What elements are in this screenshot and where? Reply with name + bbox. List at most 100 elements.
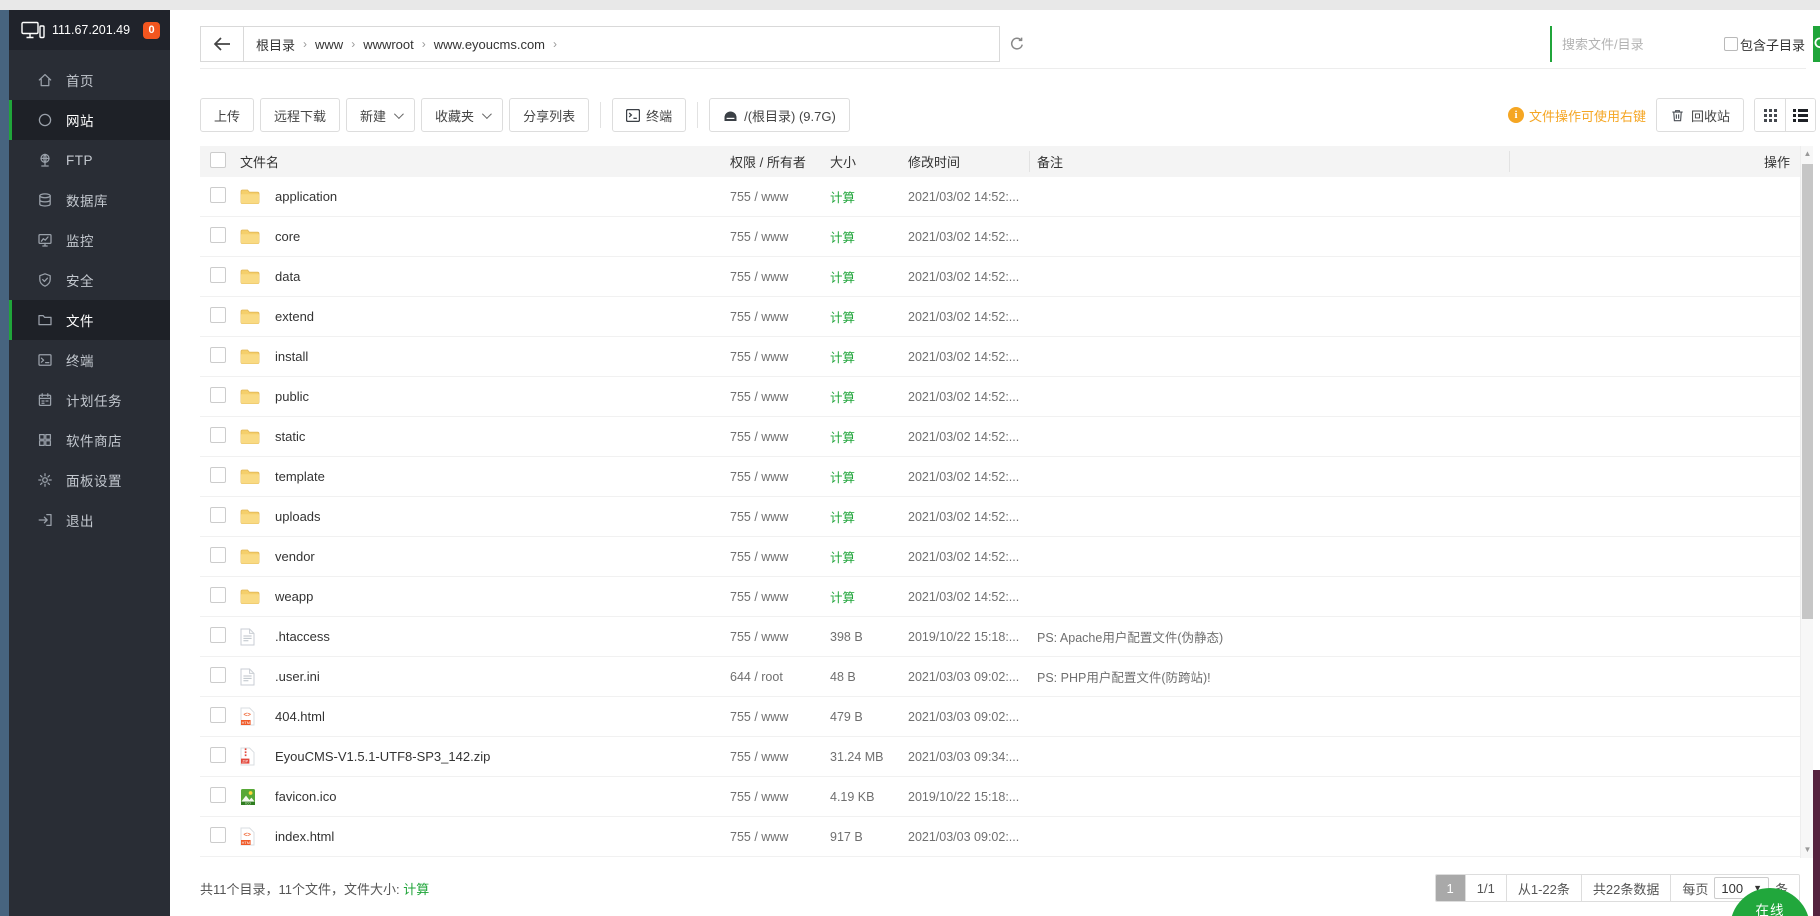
table-scrollbar[interactable]: ▲ ▼ xyxy=(1800,146,1813,858)
row-checkbox[interactable] xyxy=(210,307,226,323)
header-mtime[interactable]: 修改时间 xyxy=(908,152,1037,171)
file-size[interactable]: 计算 xyxy=(830,587,908,606)
table-row[interactable]: application 755 / www 计算 2021/03/02 14:5… xyxy=(200,177,1800,217)
table-row[interactable]: install 755 / www 计算 2021/03/02 14:52:..… xyxy=(200,337,1800,377)
file-size[interactable]: 计算 xyxy=(830,227,908,246)
table-row[interactable]: data 755 / www 计算 2021/03/02 14:52:... xyxy=(200,257,1800,297)
scroll-up-icon[interactable]: ▲ xyxy=(1801,148,1814,160)
file-size[interactable]: 计算 xyxy=(830,307,908,326)
table-row[interactable]: <>HTM index.html 755 / www 917 B 2021/03… xyxy=(200,817,1800,857)
table-row[interactable]: ICO favicon.ico 755 / www 4.19 KB 2019/1… xyxy=(200,777,1800,817)
grid-view-button[interactable] xyxy=(1755,99,1785,131)
row-checkbox[interactable] xyxy=(210,787,226,803)
file-name[interactable]: core xyxy=(275,229,730,244)
row-checkbox[interactable] xyxy=(210,547,226,563)
file-name[interactable]: application xyxy=(275,189,730,204)
file-size[interactable]: 计算 xyxy=(830,347,908,366)
sidebar-item-logout[interactable]: 退出 xyxy=(9,500,170,540)
table-row[interactable]: <>HTM 404.html 755 / www 479 B 2021/03/0… xyxy=(200,697,1800,737)
row-checkbox[interactable] xyxy=(210,227,226,243)
search-input[interactable] xyxy=(1550,26,1718,62)
row-checkbox[interactable] xyxy=(210,627,226,643)
file-name[interactable]: weapp xyxy=(275,589,730,604)
back-button[interactable] xyxy=(200,26,244,62)
file-name[interactable]: .htaccess xyxy=(275,629,730,644)
table-row[interactable]: core 755 / www 计算 2021/03/02 14:52:... xyxy=(200,217,1800,257)
refresh-button[interactable] xyxy=(1000,26,1034,62)
sidebar-item-appstore[interactable]: 软件商店 xyxy=(9,420,170,460)
file-size[interactable]: 计算 xyxy=(830,507,908,526)
page-number-button[interactable]: 1 xyxy=(1436,875,1465,901)
file-size[interactable]: 计算 xyxy=(830,427,908,446)
sidebar-item-cron[interactable]: 计划任务 xyxy=(9,380,170,420)
breadcrumb-item[interactable]: 根目录 xyxy=(256,35,295,54)
file-name[interactable]: uploads xyxy=(275,509,730,524)
sidebar-item-home[interactable]: 首页 xyxy=(9,60,170,100)
sidebar-item-database[interactable]: 数据库 xyxy=(9,180,170,220)
file-name[interactable]: index.html xyxy=(275,829,730,844)
row-checkbox[interactable] xyxy=(210,187,226,203)
file-size[interactable]: 计算 xyxy=(830,547,908,566)
file-name[interactable]: EyouCMS-V1.5.1-UTF8-SP3_142.zip xyxy=(275,749,730,764)
include-subdir-toggle[interactable]: 包含子目录 xyxy=(1724,35,1805,54)
recycle-bin-button[interactable]: 回收站 xyxy=(1656,98,1744,132)
sidebar-item-monitor[interactable]: 监控 xyxy=(9,220,170,260)
sidebar-item-website[interactable]: 网站 xyxy=(9,100,170,140)
breadcrumb-item[interactable]: www xyxy=(315,37,343,52)
table-row[interactable]: static 755 / www 计算 2021/03/02 14:52:... xyxy=(200,417,1800,457)
select-all-checkbox[interactable] xyxy=(210,152,226,168)
search-button[interactable] xyxy=(1813,26,1820,62)
list-view-button[interactable] xyxy=(1785,99,1815,131)
sidebar-item-terminal[interactable]: 终端 xyxy=(9,340,170,380)
row-checkbox[interactable] xyxy=(210,747,226,763)
header-size[interactable]: 大小 xyxy=(830,152,908,171)
file-name[interactable]: public xyxy=(275,389,730,404)
sidebar-item-files[interactable]: 文件 xyxy=(9,300,170,340)
file-name[interactable]: 404.html xyxy=(275,709,730,724)
table-row[interactable]: template 755 / www 计算 2021/03/02 14:52:.… xyxy=(200,457,1800,497)
file-name[interactable]: vendor xyxy=(275,549,730,564)
row-checkbox[interactable] xyxy=(210,387,226,403)
file-name[interactable]: favicon.ico xyxy=(275,789,730,804)
row-checkbox[interactable] xyxy=(210,507,226,523)
breadcrumb-item[interactable]: www.eyoucms.com xyxy=(434,37,545,52)
row-checkbox[interactable] xyxy=(210,427,226,443)
server-header[interactable]: 111.67.201.49 0 xyxy=(9,10,170,50)
table-row[interactable]: weapp 755 / www 计算 2021/03/02 14:52:... xyxy=(200,577,1800,617)
file-name[interactable]: extend xyxy=(275,309,730,324)
row-checkbox[interactable] xyxy=(210,667,226,683)
header-filename[interactable]: 文件名 xyxy=(240,152,730,171)
sidebar-item-ftp[interactable]: FTP xyxy=(9,140,170,180)
table-row[interactable]: ZIP EyouCMS-V1.5.1-UTF8-SP3_142.zip 755 … xyxy=(200,737,1800,777)
favorites-dropdown-button[interactable]: 收藏夹 xyxy=(421,98,503,132)
disk-root-button[interactable]: /(根目录) (9.7G) xyxy=(709,98,850,132)
scrollbar-thumb[interactable] xyxy=(1802,164,1813,619)
table-row[interactable]: public 755 / www 计算 2021/03/02 14:52:... xyxy=(200,377,1800,417)
table-row[interactable]: uploads 755 / www 计算 2021/03/02 14:52:..… xyxy=(200,497,1800,537)
row-checkbox[interactable] xyxy=(210,267,226,283)
table-row[interactable]: extend 755 / www 计算 2021/03/02 14:52:... xyxy=(200,297,1800,337)
file-name[interactable]: data xyxy=(275,269,730,284)
file-name[interactable]: template xyxy=(275,469,730,484)
upload-button[interactable]: 上传 xyxy=(200,98,254,132)
sidebar-item-settings[interactable]: 面板设置 xyxy=(9,460,170,500)
file-name[interactable]: static xyxy=(275,429,730,444)
calc-size-link[interactable]: 计算 xyxy=(403,882,429,897)
row-checkbox[interactable] xyxy=(210,467,226,483)
row-checkbox[interactable] xyxy=(210,707,226,723)
file-size[interactable]: 计算 xyxy=(830,267,908,286)
file-size[interactable]: 计算 xyxy=(830,467,908,486)
table-row[interactable]: .htaccess 755 / www 398 B 2019/10/22 15:… xyxy=(200,617,1800,657)
include-subdir-checkbox[interactable] xyxy=(1724,37,1738,51)
terminal-button[interactable]: 终端 xyxy=(612,98,686,132)
message-badge[interactable]: 0 xyxy=(143,22,160,39)
file-name[interactable]: .user.ini xyxy=(275,669,730,684)
row-checkbox[interactable] xyxy=(210,587,226,603)
row-checkbox[interactable] xyxy=(210,827,226,843)
new-dropdown-button[interactable]: 新建 xyxy=(346,98,415,132)
remote-download-button[interactable]: 远程下载 xyxy=(260,98,340,132)
row-checkbox[interactable] xyxy=(210,347,226,363)
file-size[interactable]: 计算 xyxy=(830,387,908,406)
file-size[interactable]: 计算 xyxy=(830,187,908,206)
sidebar-item-security[interactable]: 安全 xyxy=(9,260,170,300)
